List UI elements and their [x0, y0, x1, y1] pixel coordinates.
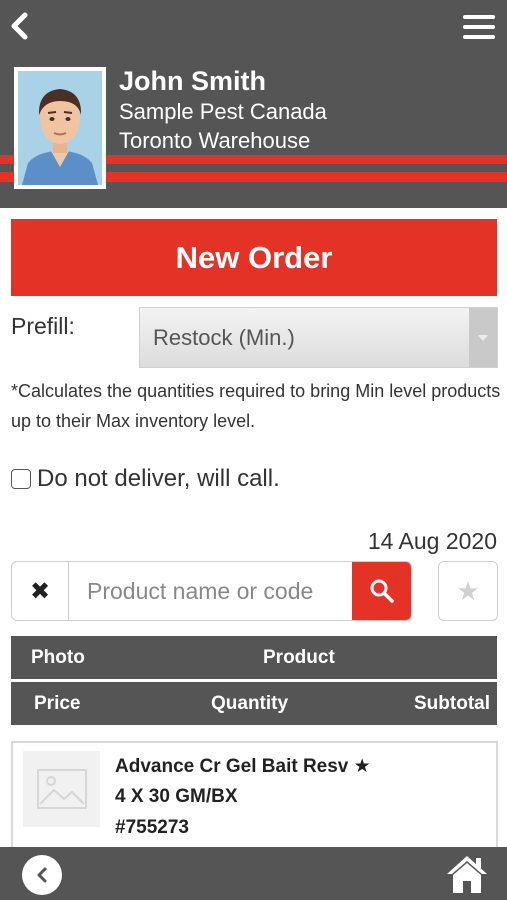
user-location: Toronto Warehouse	[119, 128, 311, 153]
table-header-row: Price Quantity Subtotal	[11, 682, 497, 725]
new-order-button[interactable]: New Order	[11, 219, 497, 296]
back-arrow-icon[interactable]	[6, 10, 32, 42]
prefill-selected-value: Restock (Min.)	[153, 325, 295, 350]
product-code: #755273	[115, 817, 189, 838]
product-size: 4 X 30 GM/BX	[115, 786, 238, 807]
footer-back-button[interactable]	[22, 855, 62, 895]
search-icon	[370, 579, 394, 603]
user-name: John Smith	[119, 66, 266, 96]
favorites-star-icon[interactable]: ★	[438, 561, 498, 621]
column-header-product: Product	[263, 647, 335, 668]
bottom-nav-bar	[0, 847, 507, 900]
dropdown-arrow-icon[interactable]	[469, 308, 497, 367]
user-company: Sample Pest Canada	[119, 99, 327, 124]
will-call-option[interactable]: Do not deliver, will call.	[11, 465, 280, 493]
clear-search-icon[interactable]: ✖	[12, 562, 69, 620]
column-header-quantity: Quantity	[211, 693, 289, 714]
column-header-photo: Photo	[31, 647, 85, 668]
table-header-row: Photo Product	[11, 636, 497, 679]
user-portrait-icon	[18, 71, 102, 185]
product-image-placeholder-icon	[23, 751, 100, 827]
order-date: 14 Aug 2020	[367, 528, 497, 554]
product-name[interactable]: Advance Cr Gel Bait Resv ★	[115, 755, 371, 778]
column-header-price: Price	[34, 693, 81, 714]
prefill-label: Prefill:	[11, 313, 75, 339]
column-header-subtotal: Subtotal	[414, 693, 490, 714]
chevron-left-icon	[37, 867, 47, 883]
user-avatar	[14, 67, 106, 189]
will-call-checkbox[interactable]	[11, 469, 31, 489]
prefill-select[interactable]: Restock (Min.)	[139, 307, 498, 368]
product-search-box: ✖	[11, 561, 412, 621]
home-icon[interactable]	[445, 853, 489, 895]
product-search-input[interactable]	[70, 562, 353, 620]
will-call-label[interactable]: Do not deliver, will call.	[37, 465, 280, 493]
hamburger-menu-icon[interactable]	[463, 14, 495, 40]
prefill-note: *Calculates the quantities required to b…	[11, 381, 501, 431]
app-header: John Smith Sample Pest Canada Toronto Wa…	[0, 0, 507, 208]
search-button[interactable]	[352, 562, 411, 620]
product-row[interactable]: Advance Cr Gel Bait Resv ★ 4 X 30 GM/BX …	[11, 741, 498, 861]
